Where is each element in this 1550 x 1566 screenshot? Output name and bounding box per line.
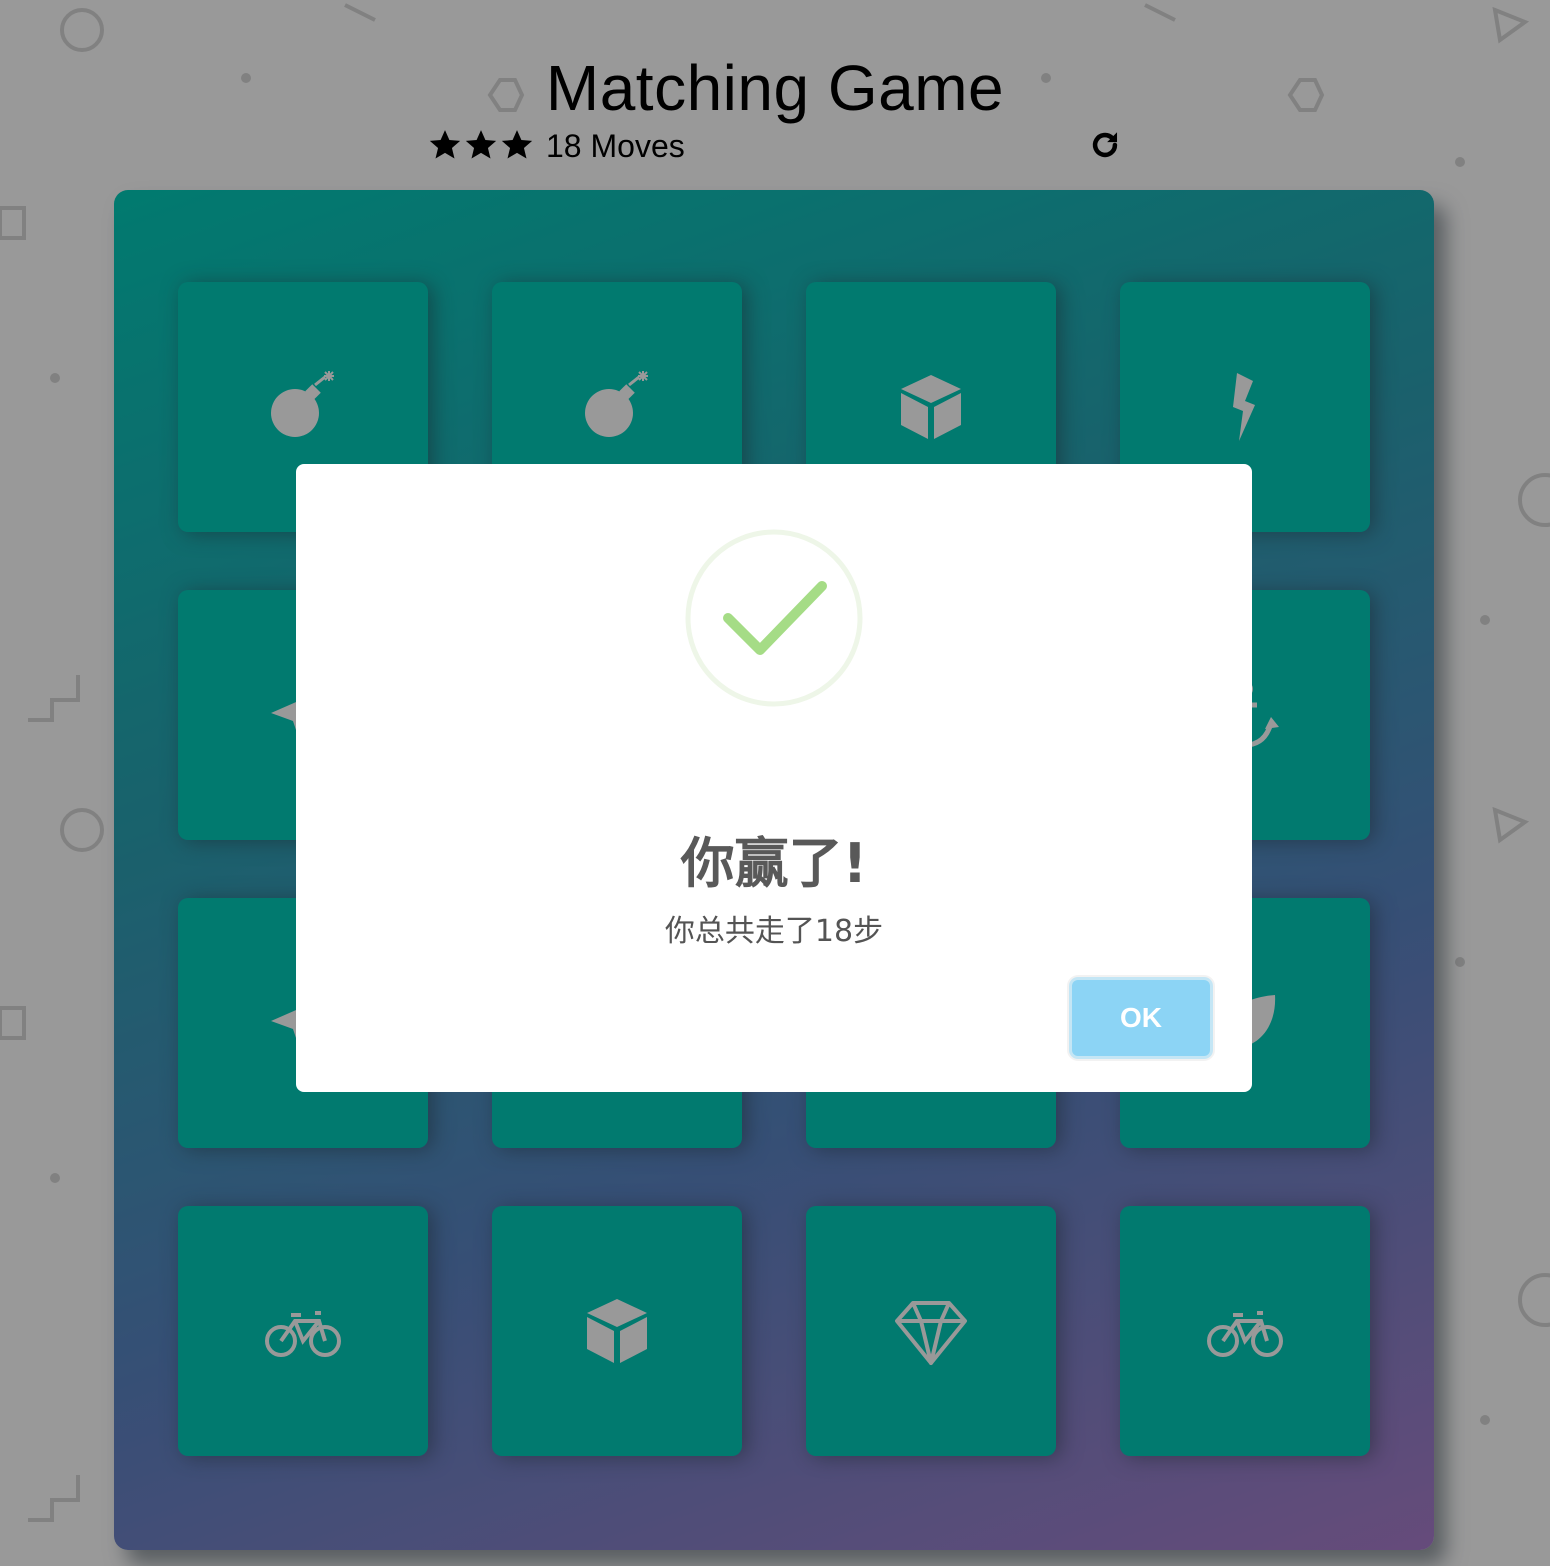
ok-button[interactable]: OK <box>1072 980 1210 1056</box>
check-circle-icon <box>685 529 863 707</box>
dialog-message: 你总共走了18步 <box>664 914 884 949</box>
win-dialog: 你赢了! 你总共走了18步 OK <box>296 464 1252 1092</box>
dialog-title: 你赢了! <box>680 831 868 895</box>
